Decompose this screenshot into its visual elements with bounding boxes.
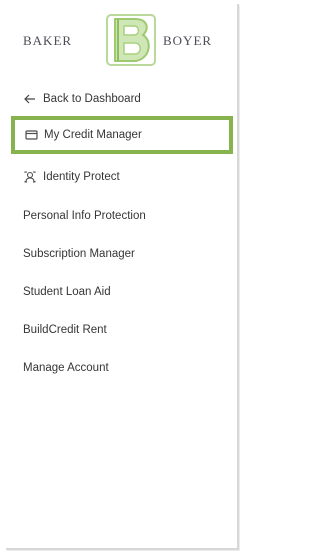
- sidebar-item-buildcredit-rent[interactable]: BuildCredit Rent: [6, 311, 237, 349]
- arrow-left-icon: [23, 93, 37, 105]
- sidebar-item-label: Student Loan Aid: [23, 286, 111, 298]
- sidebar-item-personal-info-protection[interactable]: Personal Info Protection: [6, 197, 237, 235]
- sidebar-item-student-loan-aid[interactable]: Student Loan Aid: [6, 273, 237, 311]
- sidebar-item-label: Manage Account: [23, 362, 109, 374]
- sidebar-item-label: Identity Protect: [43, 171, 120, 183]
- sidebar-panel: BAKER BOYER Back to Dashboard My Credit …: [6, 4, 239, 550]
- brand-right-word: BOYER: [163, 33, 213, 48]
- sidebar-item-my-credit-manager[interactable]: My Credit Manager: [11, 116, 233, 154]
- sidebar-item-label: My Credit Manager: [44, 129, 142, 141]
- sidebar-item-label: Subscription Manager: [23, 248, 135, 260]
- brand-left-word: BAKER: [23, 33, 73, 48]
- sidebar-item-label: Back to Dashboard: [43, 93, 141, 105]
- monogram-b-icon: [106, 14, 156, 66]
- sidebar-item-label: Personal Info Protection: [23, 210, 146, 222]
- identity-icon: [23, 171, 37, 183]
- sidebar-item-subscription-manager[interactable]: Subscription Manager: [6, 235, 237, 273]
- sidebar-item-identity-protect[interactable]: Identity Protect: [6, 158, 237, 196]
- card-icon: [24, 129, 38, 141]
- sidebar-item-manage-account[interactable]: Manage Account: [6, 349, 237, 387]
- sidebar-item-back-to-dashboard[interactable]: Back to Dashboard: [6, 80, 237, 118]
- sidebar-item-label: BuildCredit Rent: [23, 324, 107, 336]
- brand-logo[interactable]: BAKER BOYER: [6, 4, 237, 74]
